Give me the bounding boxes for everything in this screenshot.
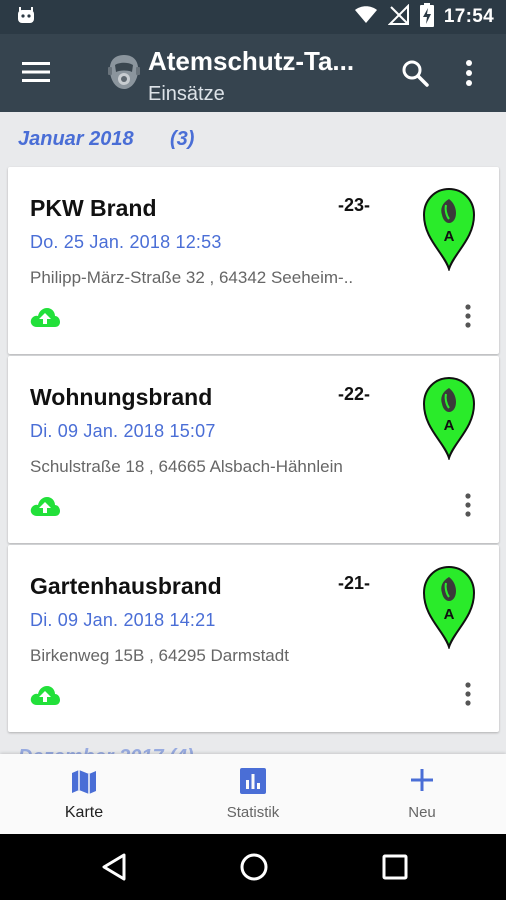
nav-statistik[interactable]: Statistik <box>169 754 337 834</box>
app-title: Atemschutz-Ta... <box>148 46 355 76</box>
incident-number: -21- <box>338 573 371 593</box>
cloud-upload-icon <box>30 495 60 522</box>
plus-icon <box>410 768 434 797</box>
map-pin-icon: A <box>422 187 476 276</box>
recents-button[interactable] <box>381 852 409 887</box>
card-more-button[interactable] <box>460 303 476 329</box>
incident-address: Schulstraße 18 , 64665 Alsbach-Hähnlein <box>30 457 343 476</box>
status-time: 17:54 <box>443 6 494 27</box>
cloud-upload-icon <box>30 684 60 711</box>
hamburger-icon <box>22 62 52 88</box>
incident-card[interactable]: Gartenhausbrand -21- Di. 09 Jan. 2018 14… <box>8 545 499 732</box>
incident-title: Wohnungsbrand <box>30 384 213 410</box>
home-circle-icon <box>239 853 269 886</box>
search-icon <box>400 60 430 92</box>
menu-button[interactable] <box>22 60 58 86</box>
nav-label: Statistik <box>226 804 280 821</box>
nav-label: Neu <box>408 804 436 821</box>
incident-title: Gartenhausbrand <box>30 573 222 599</box>
bottom-navigation: Karte Statistik Neu <box>0 754 506 834</box>
nav-karte[interactable]: Karte <box>0 754 168 834</box>
app-subtitle: Einsätze <box>148 83 225 105</box>
more-vert-icon <box>464 60 474 92</box>
overflow-menu-button[interactable] <box>464 58 474 93</box>
back-button[interactable] <box>100 852 128 887</box>
no-signal-icon <box>387 3 410 31</box>
battery-charging-icon <box>419 2 434 32</box>
incident-date: Di. 09 Jan. 2018 15:07 <box>30 421 216 441</box>
wifi-icon <box>354 5 378 30</box>
incident-title: PKW Brand <box>30 195 157 221</box>
more-vert-icon <box>460 493 476 522</box>
incident-address: Birkenweg 15B , 64295 Darmstadt <box>30 646 289 665</box>
map-icon <box>70 768 98 801</box>
map-pin-icon: A <box>422 376 476 465</box>
breathing-mask-logo-icon <box>104 52 144 97</box>
cloud-upload-icon <box>30 306 60 333</box>
back-triangle-icon <box>100 853 128 886</box>
pin-letter: A <box>444 228 455 245</box>
incident-address: Philipp-März-Straße 32 , 64342 Seeheim-.… <box>30 268 354 287</box>
card-more-button[interactable] <box>460 492 476 518</box>
month-count: (3) <box>170 128 195 150</box>
nav-label: Karte <box>64 804 104 821</box>
incident-number: -23- <box>338 195 371 215</box>
pin-letter: A <box>444 606 455 623</box>
incident-card[interactable]: Wohnungsbrand -22- Di. 09 Jan. 2018 15:0… <box>8 356 499 543</box>
incident-card[interactable]: PKW Brand -23- Do. 25 Jan. 2018 12:53 Ph… <box>8 167 499 354</box>
home-button[interactable] <box>239 852 269 887</box>
month-header: Januar 2018 <box>18 128 134 150</box>
app-bar: Atemschutz-Ta... Einsätze <box>0 34 506 112</box>
system-navigation-bar <box>0 834 506 900</box>
pin-letter: A <box>444 417 455 434</box>
more-vert-icon <box>460 682 476 711</box>
card-more-button[interactable] <box>460 681 476 707</box>
search-button[interactable] <box>400 58 430 93</box>
incident-date: Do. 25 Jan. 2018 12:53 <box>30 232 222 252</box>
recents-square-icon <box>381 854 409 886</box>
more-vert-icon <box>460 304 476 333</box>
status-bar: 17:54 <box>0 0 506 34</box>
bar-chart-icon <box>240 768 266 799</box>
incident-number: -22- <box>338 384 371 404</box>
map-pin-icon: A <box>422 565 476 654</box>
incident-date: Di. 09 Jan. 2018 14:21 <box>30 610 216 630</box>
nav-neu[interactable]: Neu <box>338 754 506 834</box>
android-icon <box>16 6 36 31</box>
